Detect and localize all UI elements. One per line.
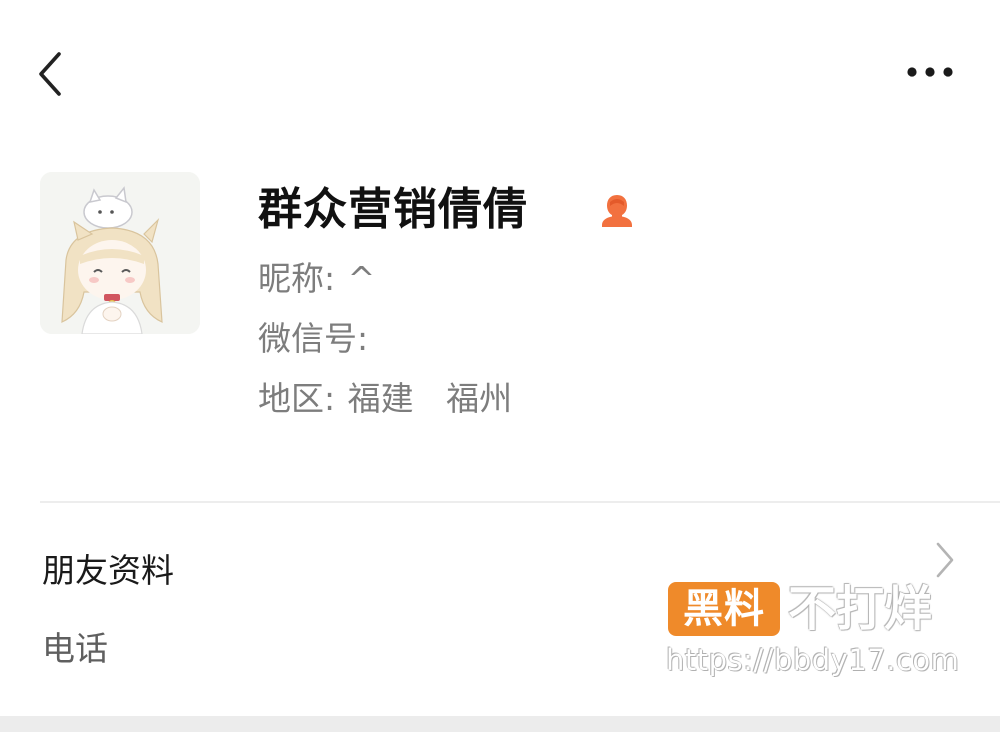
profile-header: 群众营销倩倩 昵称: ^ 微信号: 地区: 福建 福州 [0, 150, 1000, 500]
nickname-row: 昵称: ^ [258, 256, 375, 302]
nickname-label: 昵称: [258, 259, 336, 298]
wechat-id-row: 微信号: [258, 316, 370, 362]
display-name: 群众营销倩倩 [258, 184, 528, 235]
more-options-button[interactable] [898, 52, 962, 92]
bottom-section-gap [0, 716, 1000, 732]
region-province: 福建 [347, 379, 414, 418]
chevron-right-icon[interactable] [930, 540, 960, 580]
region-label: 地区: [258, 379, 336, 418]
phone-row[interactable]: 电话 [0, 622, 1000, 678]
anime-girl-avatar-image [40, 172, 200, 334]
nickname-value: ^ [347, 259, 376, 298]
top-bar [0, 0, 1000, 150]
region-city: 福州 [446, 379, 513, 418]
chevron-left-icon [39, 52, 61, 96]
phone-label: 电话 [42, 629, 108, 668]
avatar[interactable] [40, 172, 200, 334]
friend-info-label: 朋友资料 [42, 551, 174, 590]
back-button[interactable] [28, 46, 72, 102]
wechat-id-label: 微信号: [258, 319, 369, 358]
friend-info-row[interactable]: 朋友资料 [0, 540, 1000, 604]
section-divider [40, 501, 1000, 503]
region-row: 地区: 福建 福州 [258, 376, 512, 422]
female-person-icon [602, 195, 632, 227]
ellipsis-icon [907, 67, 953, 77]
